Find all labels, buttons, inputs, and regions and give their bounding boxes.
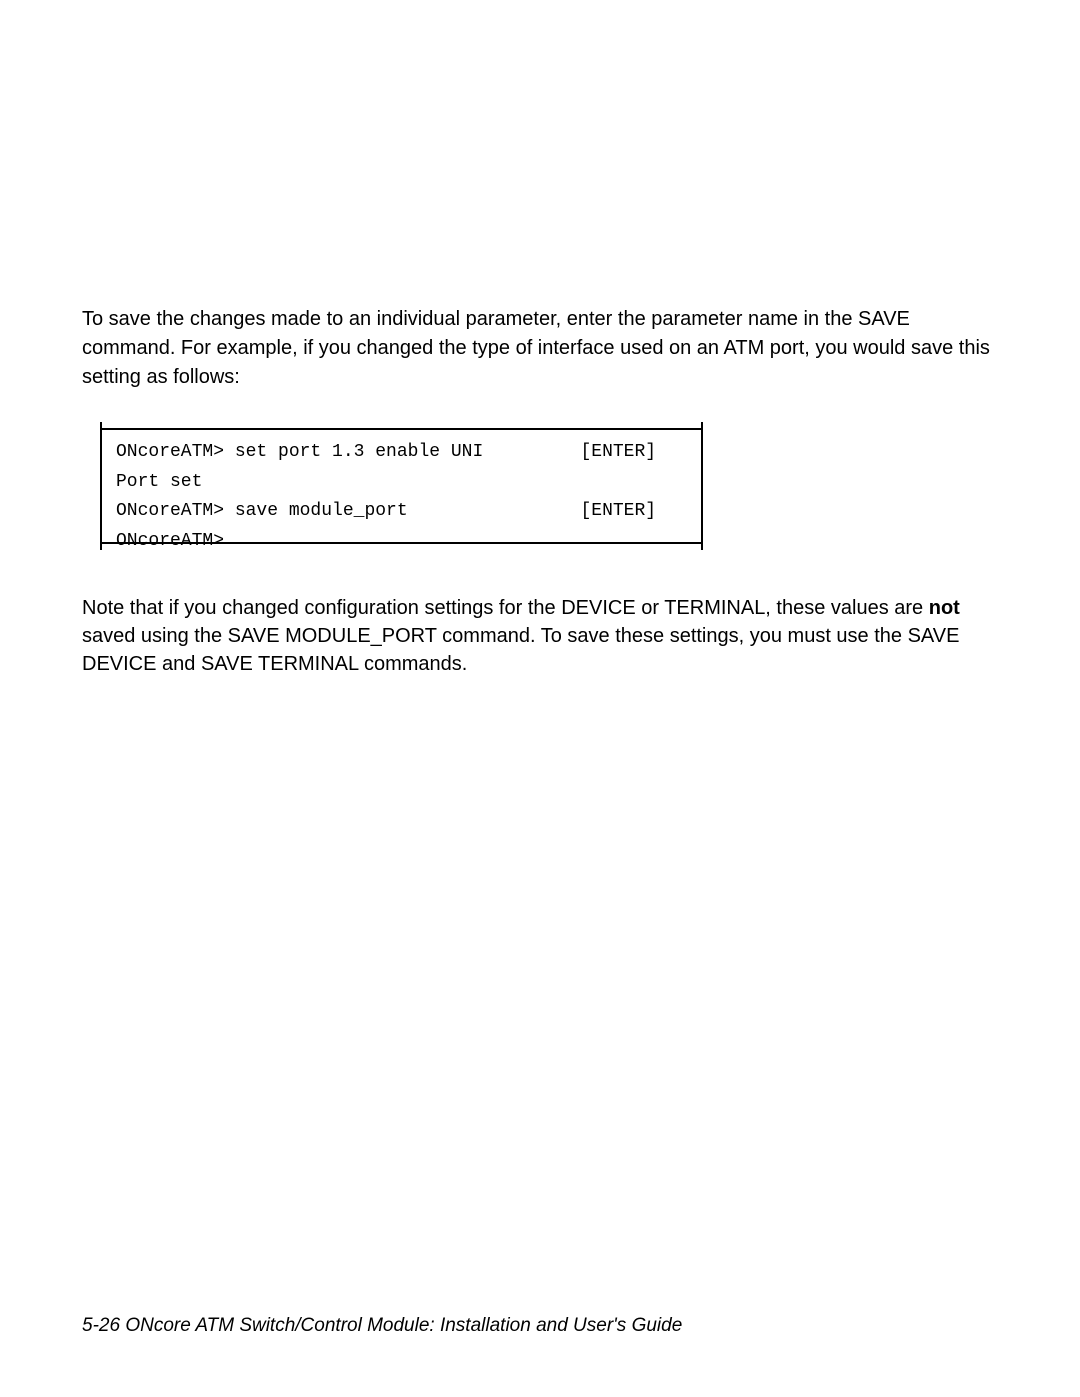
terminal-line-4: ONcoreATM> [116,531,224,551]
terminal-body: ONcoreATM> set port 1.3 enable UNI [ENTE… [100,422,703,550]
footer-title: ONcore ATM Switch/Control Module: Instal… [125,1315,682,1336]
note-text-bold: not [929,597,960,619]
page-number: 5-26 [82,1315,120,1336]
page-footer: 5-26 ONcore ATM Switch/Control Module: I… [82,1315,682,1337]
terminal-line-3: ONcoreATM> save module_port [ENTER] [116,501,656,521]
terminal-block: ONcoreATM> set port 1.3 enable UNI [ENTE… [100,422,703,550]
page-content: To save the changes made to an individua… [82,305,1002,678]
note-text-post: saved using the SAVE MODULE_PORT command… [82,625,959,675]
terminal-line-1: ONcoreATM> set port 1.3 enable UNI [ENTE… [116,442,656,462]
terminal-line-2: Port set [116,472,202,492]
intro-paragraph: To save the changes made to an individua… [82,305,1002,392]
note-paragraph: Note that if you changed configuration s… [82,594,1002,678]
note-text-pre: Note that if you changed configuration s… [82,597,929,619]
